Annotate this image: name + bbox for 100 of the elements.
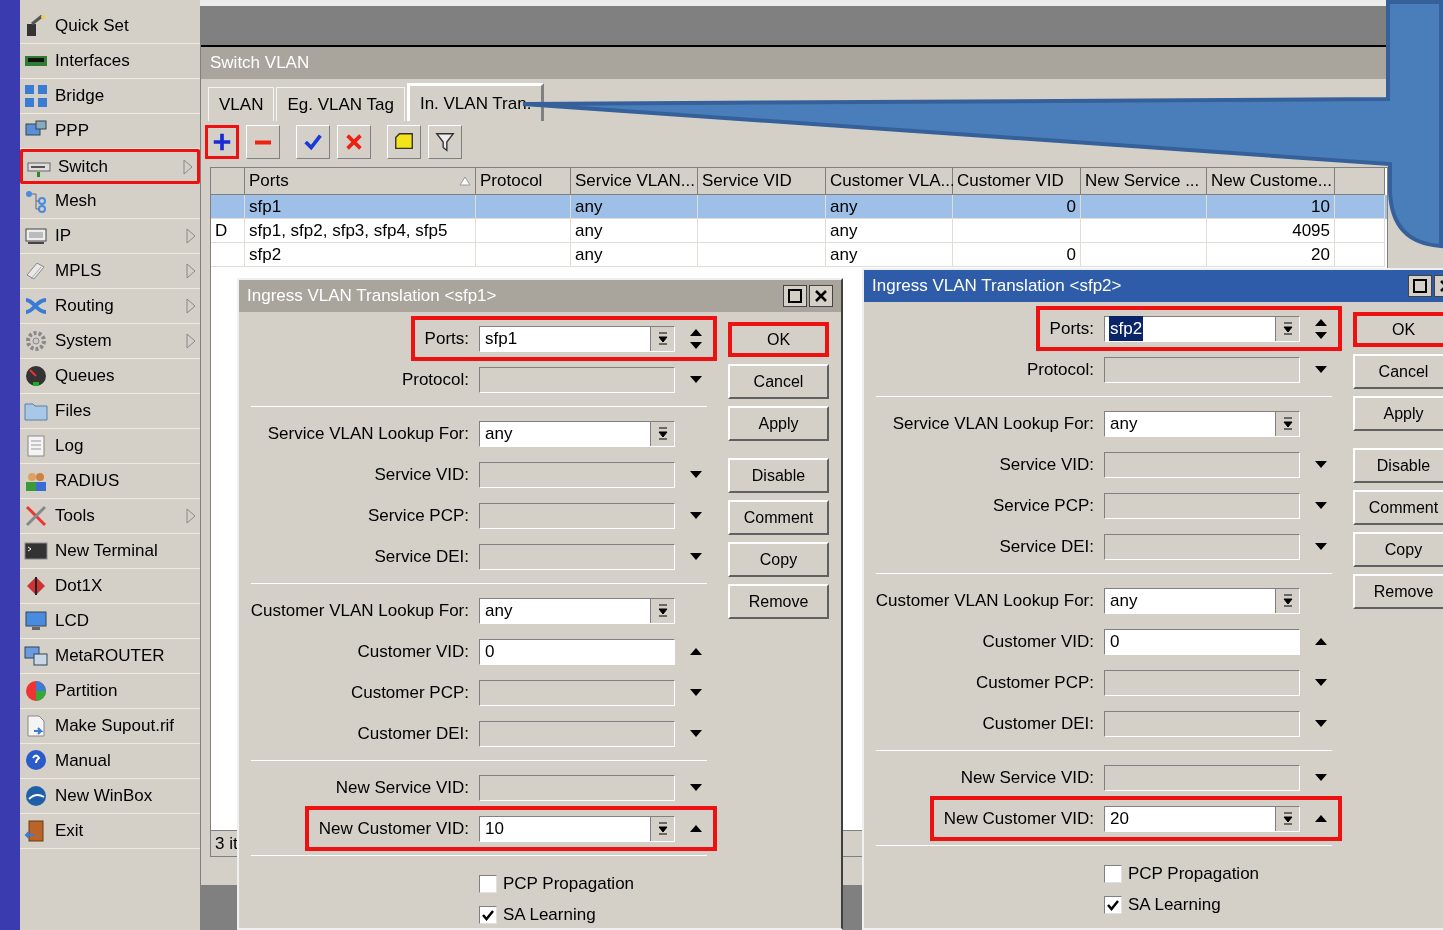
menu-item[interactable]: Partition	[20, 674, 200, 709]
table-row[interactable]: D sfp1, sfp2, sfp3, sfp4, sfp5 any any 4095	[211, 219, 1387, 243]
menu-item[interactable]: Make Supout.rif	[20, 709, 200, 744]
dropdown-button[interactable]	[650, 326, 674, 351]
input-field[interactable]: 20	[1104, 805, 1300, 832]
column-header[interactable]: Customer VLA...	[826, 168, 953, 195]
dialog-button[interactable]: Apply	[728, 406, 829, 441]
menu-item[interactable]: New WinBox	[20, 779, 200, 814]
input-field[interactable]	[1104, 764, 1300, 791]
input-field[interactable]	[479, 679, 675, 706]
comment-button[interactable]	[387, 125, 421, 159]
checkbox[interactable]	[479, 874, 497, 893]
menu-item[interactable]: Tools	[20, 499, 200, 534]
dropdown-arrow-icon	[689, 687, 703, 698]
dialog-button[interactable]: Apply	[1353, 396, 1443, 431]
input-field[interactable]	[1104, 669, 1300, 696]
column-header[interactable]: New Custome...	[1207, 168, 1335, 195]
input-field[interactable]: 10	[479, 815, 675, 842]
checkbox[interactable]	[479, 905, 497, 924]
input-field[interactable]: any	[1104, 410, 1300, 437]
dialog-button[interactable]: Remove	[1353, 574, 1443, 609]
column-header[interactable]: Protocol	[476, 168, 571, 195]
menu-item[interactable]: LCD	[20, 604, 200, 639]
menu-item[interactable]: New Terminal	[20, 534, 200, 569]
column-header[interactable]: Service VLAN...	[571, 168, 698, 195]
input-field[interactable]	[1104, 356, 1300, 383]
dialog-button[interactable]: OK	[728, 322, 829, 357]
filter-button[interactable]	[428, 125, 462, 159]
dialog-button[interactable]: Disable	[1353, 448, 1443, 483]
enable-button[interactable]	[296, 125, 330, 159]
dialog-button[interactable]: Comment	[728, 500, 829, 535]
column-header[interactable]	[211, 168, 245, 195]
menu-item[interactable]: Quick Set	[20, 9, 200, 44]
menu-item[interactable]: Routing	[20, 289, 200, 324]
input-field[interactable]	[479, 720, 675, 747]
menu-item[interactable]: Mesh	[20, 184, 200, 219]
menu-item[interactable]: Exit	[20, 814, 200, 849]
column-header[interactable]: New Service ...	[1081, 168, 1207, 195]
menu-item[interactable]: MetaROUTER	[20, 639, 200, 674]
dropdown-button[interactable]	[1275, 588, 1299, 613]
menu-item[interactable]: Manual	[20, 744, 200, 779]
input-field[interactable]: sfp2	[1104, 315, 1300, 342]
input-field[interactable]: 0	[479, 638, 675, 665]
input-field[interactable]	[1104, 533, 1300, 560]
dialog-button[interactable]: OK	[1353, 312, 1443, 347]
sort-arrow-icon	[459, 176, 471, 186]
input-field[interactable]: any	[479, 597, 675, 624]
tab[interactable]: Eg. VLAN Tag	[276, 87, 405, 121]
remove-button[interactable]	[246, 125, 280, 159]
table-row[interactable]: sfp1 any any 0 10	[211, 195, 1387, 219]
dialog-button[interactable]: Copy	[1353, 532, 1443, 567]
menu-item[interactable]: MPLS	[20, 254, 200, 289]
column-header[interactable]	[1335, 168, 1385, 195]
menu-item[interactable]: IP	[20, 219, 200, 254]
dialog-button[interactable]: Copy	[728, 542, 829, 577]
menu-item[interactable]: Interfaces	[20, 44, 200, 79]
column-header[interactable]: Customer VID	[953, 168, 1081, 195]
table-row[interactable]: sfp2 any any 0 20	[211, 243, 1387, 267]
input-field[interactable]	[1104, 492, 1300, 519]
input-field[interactable]	[1104, 451, 1300, 478]
input-field[interactable]: any	[1104, 587, 1300, 614]
dropdown-button[interactable]	[1275, 806, 1299, 831]
menu-item[interactable]: PPP	[20, 114, 200, 149]
menu-item[interactable]: Bridge	[20, 79, 200, 114]
menu-item[interactable]: Switch	[20, 149, 200, 184]
menu-item[interactable]: Dot1X	[20, 569, 200, 604]
checkbox[interactable]	[1104, 864, 1122, 883]
tab[interactable]: VLAN	[208, 87, 275, 121]
input-field[interactable]	[479, 502, 675, 529]
menu-item[interactable]: RADIUS	[20, 464, 200, 499]
dialog-button[interactable]: Cancel	[728, 364, 829, 399]
column-header[interactable]: Service VID	[698, 168, 826, 195]
column-header[interactable]: Ports	[245, 168, 476, 195]
menu-item[interactable]: System	[20, 324, 200, 359]
input-field[interactable]: sfp1	[479, 325, 675, 352]
menu-item[interactable]: Files	[20, 394, 200, 429]
dropdown-button[interactable]	[1275, 316, 1299, 341]
dialog-button[interactable]: Disable	[728, 458, 829, 493]
maximize-button[interactable]	[1408, 275, 1432, 297]
dropdown-button[interactable]	[650, 421, 674, 446]
dialog-button[interactable]: Remove	[728, 584, 829, 619]
checkbox[interactable]	[1104, 895, 1122, 914]
dialog-button[interactable]: Comment	[1353, 490, 1443, 525]
dropdown-button[interactable]	[650, 816, 674, 841]
close-button[interactable]	[809, 285, 833, 307]
input-field[interactable]	[479, 461, 675, 488]
menu-item[interactable]: Log	[20, 429, 200, 464]
input-field[interactable]	[1104, 710, 1300, 737]
input-field[interactable]	[479, 774, 675, 801]
menu-item[interactable]: Queues	[20, 359, 200, 394]
input-field[interactable]	[479, 543, 675, 570]
dropdown-button[interactable]	[650, 598, 674, 623]
dialog-button[interactable]: Cancel	[1353, 354, 1443, 389]
add-button[interactable]	[205, 125, 239, 159]
dropdown-button[interactable]	[1275, 411, 1299, 436]
input-field[interactable]: 0	[1104, 628, 1300, 655]
maximize-button[interactable]	[783, 285, 807, 307]
input-field[interactable]	[479, 366, 675, 393]
input-field[interactable]: any	[479, 420, 675, 447]
disable-button[interactable]	[337, 125, 371, 159]
